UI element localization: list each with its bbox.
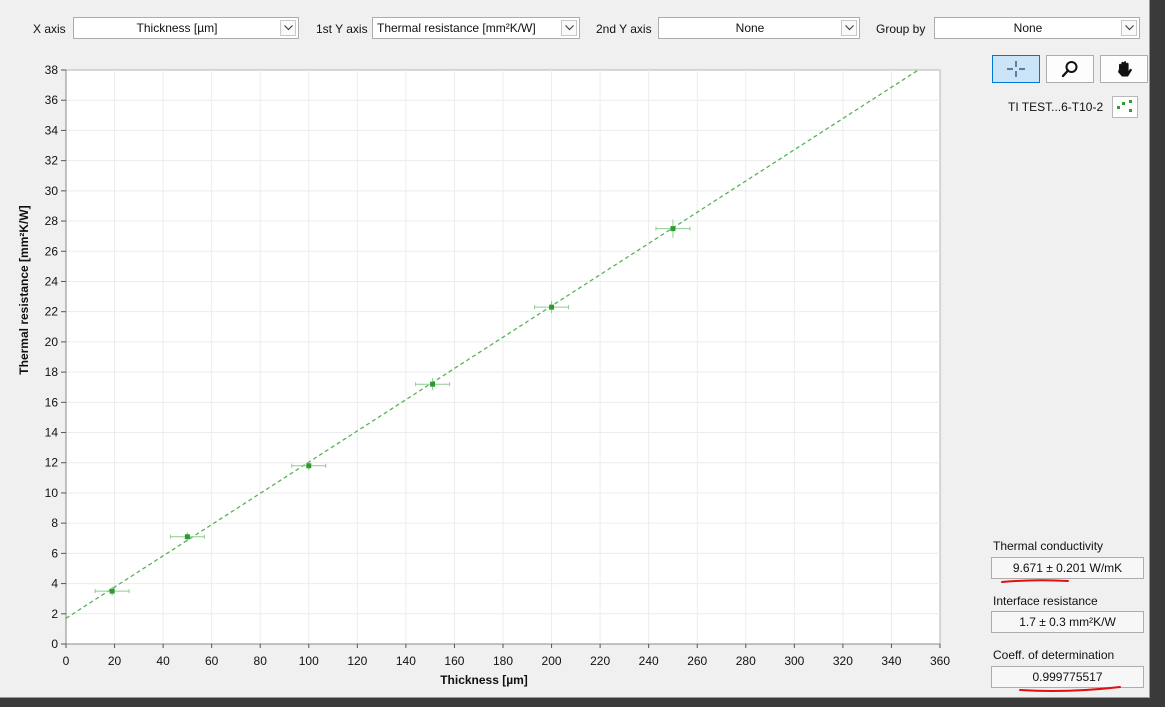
x-tick-label: 180 (493, 654, 513, 668)
scatter-chart[interactable]: 0 20 40 60 80 100 120 140 160 180 200 220 240 260 280 3… (0, 0, 1165, 707)
y-tick-label: 20 (45, 335, 59, 349)
x-tick-label: 60 (205, 654, 219, 668)
x-tick-label: 160 (444, 654, 464, 668)
y-tick-label: 28 (45, 214, 59, 228)
x-tick-label: 100 (299, 654, 319, 668)
data-point[interactable] (184, 534, 190, 540)
y-tick-label: 26 (45, 244, 59, 258)
x-tick-label: 300 (784, 654, 804, 668)
x-tick-label: 340 (881, 654, 901, 668)
y-tick-label: 6 (51, 546, 58, 560)
y-tick-label: 10 (45, 486, 59, 500)
y-tick-label: 34 (45, 123, 59, 137)
data-point[interactable] (430, 381, 436, 387)
y-tick-label: 36 (45, 93, 59, 107)
x-tick-label: 20 (108, 654, 122, 668)
y-tick-label: 2 (51, 607, 58, 621)
x-tick-label: 260 (687, 654, 707, 668)
y-tick-label: 30 (45, 184, 59, 198)
x-tick-label: 320 (833, 654, 853, 668)
y-tick-label: 16 (45, 395, 59, 409)
data-point[interactable] (109, 588, 115, 594)
y-tick-label: 24 (45, 274, 59, 288)
x-tick-label: 200 (542, 654, 562, 668)
x-tick-label: 40 (156, 654, 170, 668)
y-tick-label: 38 (45, 63, 59, 77)
x-tick-label: 360 (930, 654, 950, 668)
y-axis-title: Thermal resistance [mm²K/W] (17, 205, 31, 375)
x-tick-label: 220 (590, 654, 610, 668)
x-tick-label: 120 (347, 654, 367, 668)
y-tick-label: 0 (51, 637, 58, 651)
y-tick-label: 12 (45, 456, 59, 470)
y-tick-label: 18 (45, 365, 59, 379)
y-tick-label: 14 (45, 426, 59, 440)
x-tick-label: 140 (396, 654, 416, 668)
y-tick-label: 8 (51, 516, 58, 530)
data-point[interactable] (306, 463, 312, 469)
x-axis-title: Thickness [µm] (440, 673, 528, 687)
data-point[interactable] (549, 304, 555, 310)
x-tick-label: 80 (254, 654, 268, 668)
y-tick-label: 4 (51, 577, 58, 591)
y-tick-label: 22 (45, 305, 59, 319)
data-point[interactable] (670, 226, 676, 232)
x-tick-label: 0 (63, 654, 70, 668)
x-tick-label: 280 (736, 654, 756, 668)
y-tick-label: 32 (45, 154, 59, 168)
x-tick-label: 240 (639, 654, 659, 668)
